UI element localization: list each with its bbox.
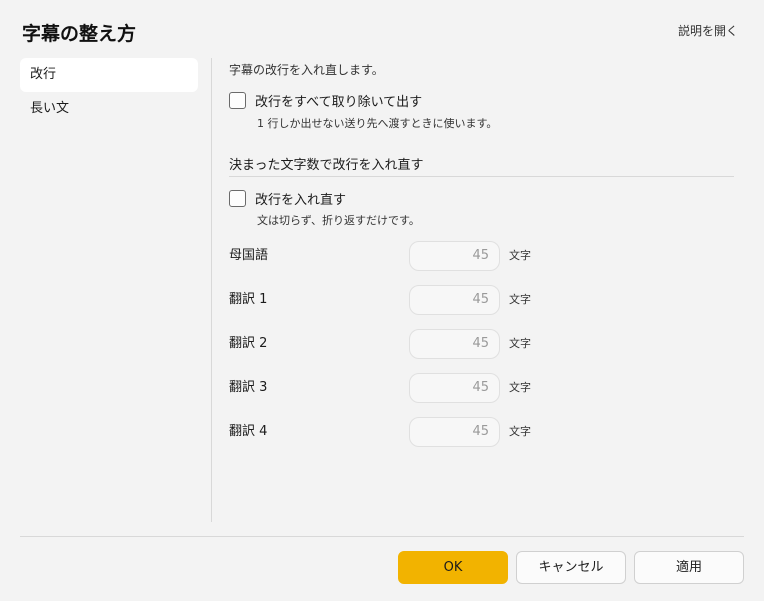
- cancel-button[interactable]: キャンセル: [516, 551, 626, 584]
- remove-breaks-checkbox[interactable]: [229, 92, 246, 109]
- field-unit: 文字: [509, 425, 531, 438]
- field-row-translation-2: 翻訳 2 45 文字: [229, 329, 549, 359]
- rewrap-checkbox[interactable]: [229, 190, 246, 207]
- remove-breaks-hint: 1 行しか出せない送り先へ渡すときに使います。: [257, 117, 498, 130]
- field-unit: 文字: [509, 337, 531, 350]
- field-label: 母国語: [229, 248, 269, 263]
- subtitle-format-dialog: 字幕の整え方 説明を開く 改行 長い文 字幕の改行を入れ直します。 改行をすべて…: [0, 0, 764, 601]
- apply-button[interactable]: 適用: [634, 551, 744, 584]
- field-row-translation-1: 翻訳 1 45 文字: [229, 285, 549, 315]
- field-label: 翻訳 4: [229, 424, 268, 439]
- char-count-input-native[interactable]: 45: [409, 241, 500, 271]
- sidebar: 改行 長い文: [20, 58, 198, 126]
- rewrap-checkbox-row[interactable]: 改行を入れ直す: [229, 189, 346, 208]
- sidebar-item-line-breaks[interactable]: 改行: [20, 58, 198, 92]
- field-label: 翻訳 3: [229, 380, 268, 395]
- field-unit: 文字: [509, 293, 531, 306]
- vertical-divider: [211, 58, 212, 522]
- ok-button[interactable]: OK: [398, 551, 508, 584]
- rewrap-label: 改行を入れ直す: [255, 193, 347, 208]
- field-label: 翻訳 1: [229, 292, 268, 307]
- rewrap-hint: 文は切らず、折り返すだけです。: [257, 214, 420, 227]
- char-count-input-translation-3[interactable]: 45: [409, 373, 500, 403]
- field-label: 翻訳 2: [229, 336, 268, 351]
- section-title: 決まった文字数で改行を入れ直す: [229, 158, 424, 173]
- section-divider: [229, 176, 734, 177]
- footer-divider: [20, 536, 744, 537]
- help-link[interactable]: 説明を開く: [678, 22, 738, 39]
- field-row-translation-4: 翻訳 4 45 文字: [229, 417, 549, 447]
- remove-breaks-label: 改行をすべて取り除いて出す: [255, 95, 423, 110]
- char-count-input-translation-4[interactable]: 45: [409, 417, 500, 447]
- field-unit: 文字: [509, 249, 531, 262]
- sidebar-item-long-sentences[interactable]: 長い文: [20, 92, 198, 126]
- field-row-native: 母国語 45 文字: [229, 241, 549, 271]
- remove-breaks-checkbox-row[interactable]: 改行をすべて取り除いて出す: [229, 91, 422, 110]
- field-row-translation-3: 翻訳 3 45 文字: [229, 373, 549, 403]
- panel-description: 字幕の改行を入れ直します。: [229, 63, 384, 77]
- char-count-input-translation-1[interactable]: 45: [409, 285, 500, 315]
- field-unit: 文字: [509, 381, 531, 394]
- dialog-title: 字幕の整え方: [22, 23, 137, 45]
- char-count-input-translation-2[interactable]: 45: [409, 329, 500, 359]
